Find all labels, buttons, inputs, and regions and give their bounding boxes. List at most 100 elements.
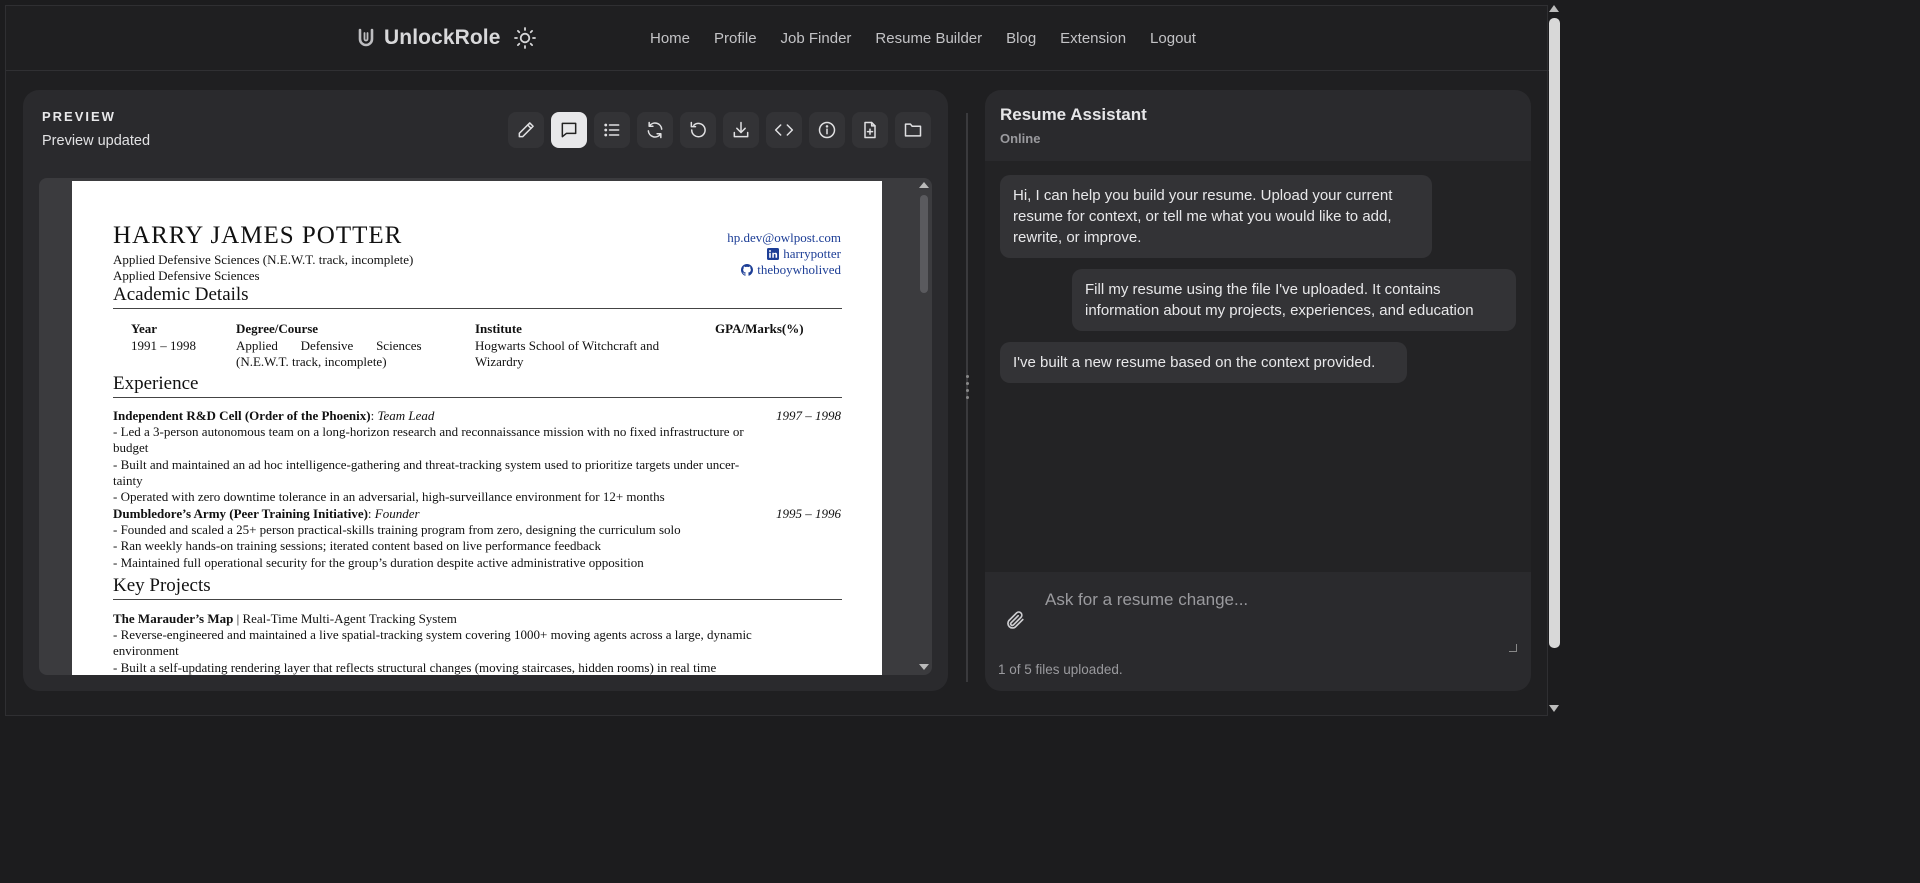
resume-preview[interactable]: HARRY JAMES POTTER Applied Defensive Sci… — [39, 178, 932, 675]
nav-home[interactable]: Home — [650, 30, 690, 47]
textarea-resize-handle-icon[interactable] — [1509, 644, 1517, 652]
exp1-role: Team Lead — [377, 408, 435, 423]
app-window: UnlockRole Home Profile Job Finder Resum… — [5, 5, 1549, 716]
resume-page: HARRY JAMES POTTER Applied Defensive Sci… — [72, 181, 882, 675]
table-cell-institute-2: Wizardry — [475, 354, 524, 369]
preview-panel: PREVIEW Preview updated HARRY JAMES POTT… — [23, 90, 948, 691]
message-line: resume for context, or tell me what you … — [1013, 208, 1392, 225]
resume-email-text: hp.dev@owlpost.com — [727, 230, 841, 245]
resume-github[interactable]: theboywholived — [741, 262, 841, 278]
chat-button[interactable] — [551, 112, 587, 148]
resize-grip-icon[interactable] — [963, 371, 971, 415]
nav-blog[interactable]: Blog — [1006, 30, 1036, 47]
exp2-bullet-1: - Founded and scaled a 25+ person practi… — [113, 522, 681, 537]
undo-button[interactable] — [680, 112, 716, 148]
user-message: Fill my resume using the file I've uploa… — [1072, 269, 1516, 331]
assistant-header: Resume Assistant Online — [985, 90, 1531, 161]
sun-icon[interactable] — [513, 26, 537, 50]
info-button[interactable] — [809, 112, 845, 148]
proj1-desc: | Real-Time Multi-Agent Tracking System — [233, 611, 457, 626]
pencil-icon — [518, 122, 534, 138]
preview-label: PREVIEW — [42, 109, 116, 124]
exp2-role: Founder — [374, 506, 420, 521]
main-nav: Home Profile Job Finder Resume Builder B… — [650, 30, 1196, 47]
section-experience: Experience — [113, 372, 842, 398]
preview-status: Preview updated — [42, 133, 151, 149]
linkedin-icon — [767, 248, 780, 261]
files-status: 1 of 5 files uploaded. — [998, 662, 1123, 677]
edit-button[interactable] — [508, 112, 544, 148]
proj1-bullet-1-cont: environment — [113, 643, 179, 658]
message-line: rewrite, or improve. — [1013, 229, 1142, 246]
exp1-bullet-3: - Operated with zero downtime tolerance … — [113, 489, 665, 504]
regenerate-button[interactable] — [637, 112, 673, 148]
assistant-message: I've built a new resume based on the con… — [1000, 342, 1407, 383]
exp1-bullet-1: - Led a 3-person autonomous team on a lo… — [113, 424, 744, 439]
exp2-org: Dumbledore’s Army (Peer Training Initiat… — [113, 506, 368, 521]
exp1-bullet-1-cont: budget — [113, 440, 149, 455]
scroll-up-arrow-icon[interactable] — [919, 182, 929, 188]
top-navbar: UnlockRole Home Profile Job Finder Resum… — [6, 6, 1549, 71]
resume-subtitle-2: Applied Defensive Sciences — [113, 268, 260, 283]
table-header-year: Year — [131, 321, 157, 336]
table-header-institute: Institute — [475, 321, 522, 336]
window-scroll-down-icon[interactable] — [1549, 705, 1559, 712]
window-scroll-up-icon[interactable] — [1549, 5, 1559, 12]
proj1-bullet-1: - Reverse-engineered and maintained a li… — [113, 627, 752, 642]
code-icon — [774, 124, 794, 136]
message-line: Hi, I can help you build your resume. Up… — [1013, 187, 1393, 204]
scroll-down-arrow-icon[interactable] — [919, 664, 929, 670]
table-header-degree: Degree/Course — [236, 321, 319, 336]
assistant-title: Resume Assistant — [1000, 105, 1147, 124]
nav-job-finder[interactable]: Job Finder — [781, 30, 852, 47]
download-button[interactable] — [723, 112, 759, 148]
proj1-bullet-2: - Built a self-updating rendering layer … — [113, 660, 717, 675]
resume-github-text: theboywholived — [757, 262, 841, 277]
exp1-org: Independent R&D Cell (Order of the Phoen… — [113, 408, 371, 423]
chat-icon — [561, 122, 577, 138]
table-cell-institute: Hogwarts School of Witchcraft and — [475, 338, 660, 353]
new-file-button[interactable] — [852, 112, 888, 148]
source-button[interactable] — [766, 112, 802, 148]
section-projects: Key Projects — [113, 574, 842, 600]
nav-logout[interactable]: Logout — [1150, 30, 1196, 47]
nav-profile[interactable]: Profile — [714, 30, 757, 47]
exp1-dates: 1997 – 1998 — [776, 408, 841, 423]
info-icon — [818, 121, 836, 139]
preview-scroll-thumb[interactable] — [920, 195, 928, 293]
message-line: I've built a new resume based on the con… — [1013, 354, 1376, 371]
exp1-header: Independent R&D Cell (Order of the Phoen… — [113, 408, 435, 423]
resume-email[interactable]: hp.dev@owlpost.com — [727, 230, 841, 246]
preview-toolbar — [508, 112, 931, 148]
nav-extension[interactable]: Extension — [1060, 30, 1126, 47]
refresh-icon — [647, 121, 663, 139]
exp2-header: Dumbledore’s Army (Peer Training Initiat… — [113, 506, 420, 521]
assistant-panel: Resume Assistant Online Hi, I can help y… — [985, 90, 1531, 691]
nav-resume-builder[interactable]: Resume Builder — [875, 30, 982, 47]
paperclip-icon[interactable] — [1004, 608, 1026, 632]
preview-scrollbar[interactable] — [916, 178, 932, 675]
table-cell-degree: Applied Defensive Sciences — [236, 338, 422, 353]
open-folder-button[interactable] — [895, 112, 931, 148]
table-cell-degree-2: (N.E.W.T. track, incomplete) — [236, 354, 387, 369]
download-icon — [733, 121, 749, 138]
brand-name: UnlockRole — [384, 26, 501, 49]
undo-icon — [690, 121, 706, 138]
resume-name: HARRY JAMES POTTER — [113, 222, 403, 249]
chat-input[interactable] — [1045, 590, 1520, 654]
chat-composer: 1 of 5 files uploaded. — [985, 572, 1531, 691]
exp1-bullet-2-cont: tainty — [113, 473, 143, 488]
exp2-bullet-3: - Maintained full operational security f… — [113, 555, 644, 570]
assistant-message: Hi, I can help you build your resume. Up… — [1000, 175, 1432, 258]
folder-icon — [904, 123, 922, 137]
brand[interactable]: UnlockRole — [356, 26, 537, 50]
assistant-status: Online — [1000, 131, 1041, 146]
proj1-name: The Marauder’s Map — [113, 611, 234, 626]
window-scrollbar[interactable] — [1549, 18, 1560, 648]
resume-linkedin[interactable]: harrypotter — [767, 246, 841, 262]
proj1-header: The Marauder’s Map | Real-Time Multi-Age… — [113, 611, 842, 627]
resume-subtitle: Applied Defensive Sciences (N.E.W.T. tra… — [113, 252, 414, 267]
logo-icon — [358, 28, 374, 47]
file-plus-icon — [864, 121, 876, 139]
outline-button[interactable] — [594, 112, 630, 148]
